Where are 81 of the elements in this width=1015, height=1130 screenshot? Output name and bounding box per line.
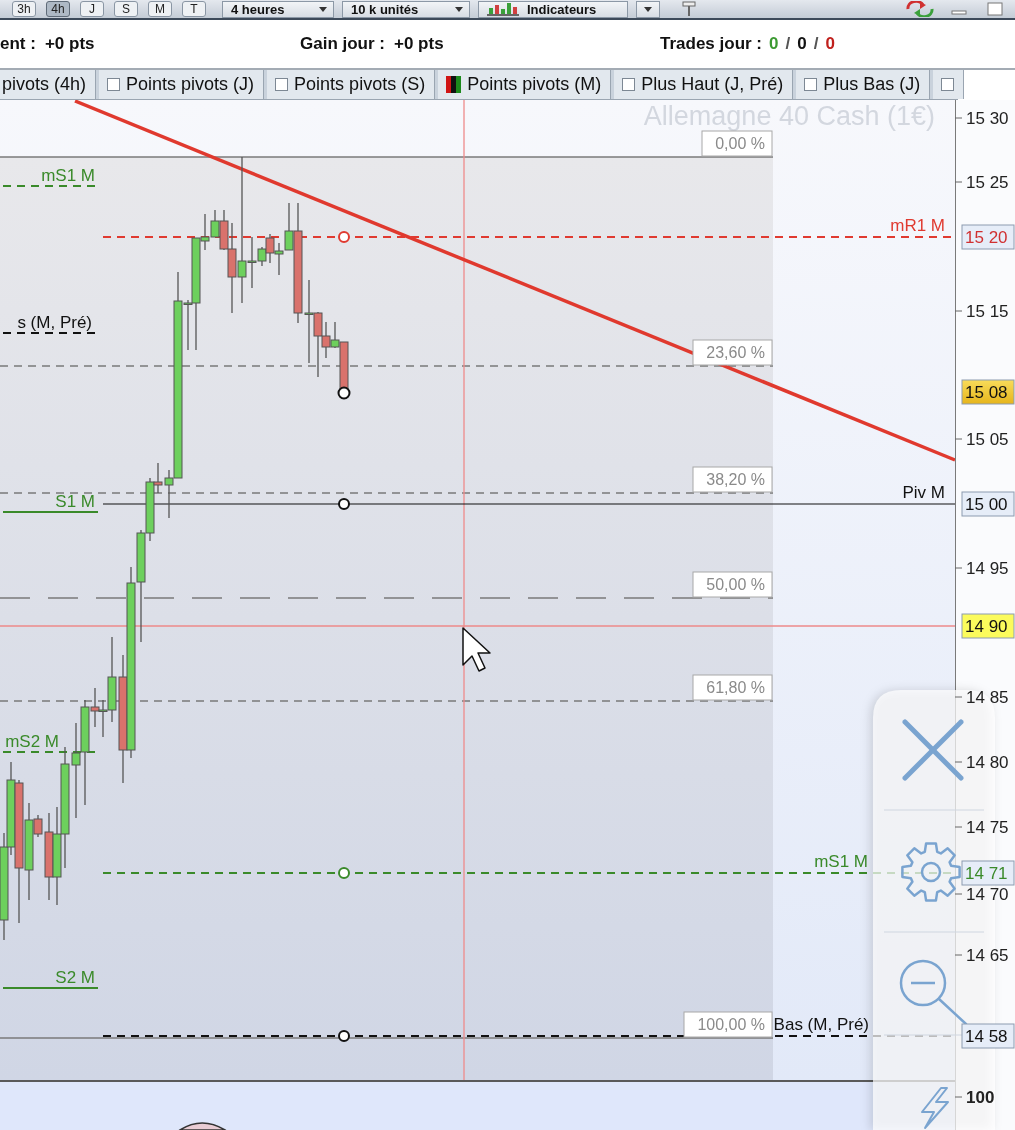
ring-icon[interactable] [338,1030,350,1042]
caret-icon [455,6,463,12]
indicators-button[interactable]: Indicateurs [478,0,628,18]
axis-label: 14 75 [966,818,1009,837]
axis-label: 15 30 [966,109,1009,128]
lightning-icon[interactable] [921,1087,949,1129]
trade-count: 0 [769,34,779,54]
dropdown-button[interactable]: 10 k unités [342,0,470,18]
caret-icon [644,6,652,12]
period-button[interactable]: J [80,1,104,17]
stat-value: +0 pts [394,34,444,54]
indicator-tab[interactable]: Points pivots (M) [438,70,612,99]
trade-count: 0 [825,34,835,54]
pivot-label: Bas (M, Pré) [773,1015,869,1034]
checkbox[interactable] [275,78,289,91]
pivot-label: mS2 M [5,732,59,751]
pivot-label: Piv M [902,483,945,502]
price-marker: 15 00 [961,491,1015,517]
pivot-label: mS1 M [814,852,868,871]
pivot-label: s (M, Pré) [17,313,92,332]
swatch-icon[interactable] [446,76,462,93]
axis-label: 14 70 [966,885,1009,904]
fibonacci-label: 50,00 % [692,571,773,598]
pivot-label: S2 M [55,968,95,987]
axis-label: 15 25 [966,173,1009,192]
count-separator: / [785,34,791,54]
bar-chart-icon [487,2,519,16]
indicator-tab[interactable] [933,70,965,99]
pivot-label: S1 M [55,492,95,511]
fibonacci-label: 23,60 % [692,339,773,366]
count-separator: / [813,34,819,54]
fibonacci-label: 61,80 % [692,674,773,701]
axis-label: 14 80 [966,753,1009,772]
stat-label: ent : [0,34,36,54]
trades-label: Trades jour : [660,34,763,54]
indicator-tab[interactable]: pivots (4h) [0,70,97,99]
stat-value: +0 pts [44,34,95,54]
stat-label: Gain jour : [300,34,385,54]
ring-icon[interactable] [337,386,351,400]
price-marker: 14 58 [961,1023,1015,1049]
axis-label: 15 15 [966,302,1009,321]
axis-label: 15 05 [966,430,1009,449]
axis-label: 14 65 [966,946,1009,965]
axis-label: 14 95 [966,559,1009,578]
indicator-tab[interactable]: Plus Bas (J) [796,70,931,99]
period-button[interactable]: T [182,1,206,17]
ring-icon[interactable] [338,498,350,510]
pivot-label: mR1 M [890,216,945,235]
price-marker: 14 90 [961,613,1015,639]
refresh-icon[interactable] [905,1,935,17]
period-button[interactable]: M [148,1,172,17]
trade-count: 0 [797,34,807,54]
indicator-tab[interactable]: Plus Haut (J, Pré) [614,70,794,99]
price-marker: 15 20 [961,224,1015,250]
period-button[interactable]: 3h [12,1,36,17]
axis-label: 14 85 [966,688,1009,707]
indicator-tab[interactable]: Points pivots (J) [99,70,265,99]
period-button[interactable]: 4h [46,1,70,17]
checkbox[interactable] [622,78,636,91]
pivot-label: mS1 M [41,166,95,185]
cursor-icon [462,627,491,672]
price-marker: 15 08 [961,379,1015,405]
period-button[interactable]: S [114,1,138,17]
fibonacci-label: 38,20 % [692,466,773,493]
dropdown-button[interactable]: 4 heures [222,0,334,18]
checkbox[interactable] [804,78,818,91]
zoom-out-icon[interactable] [899,959,968,1026]
dropdown-toggle[interactable] [636,0,660,18]
close-icon[interactable] [902,719,964,781]
indicator-curve [179,1122,226,1130]
checkbox[interactable] [941,78,955,91]
maximize-icon[interactable] [987,2,1003,16]
fibonacci-label: 100,00 % [683,1011,773,1038]
pin-icon[interactable] [682,1,696,17]
caret-icon [319,6,327,12]
settings-icon[interactable] [901,842,961,902]
checkbox[interactable] [107,78,121,91]
axis-label: 100 [966,1088,995,1107]
price-marker: 14 71 [961,860,1015,886]
indicator-tab[interactable]: Points pivots (S) [267,70,436,99]
fibonacci-label: 0,00 % [701,130,773,157]
